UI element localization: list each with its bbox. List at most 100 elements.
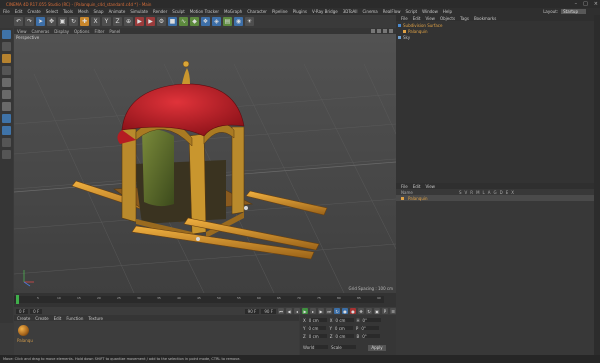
coord-scale-dropdown[interactable]: Scale [331, 345, 356, 350]
menu-help[interactable]: Help [443, 9, 452, 14]
viewport-menu-display[interactable]: Display [54, 29, 69, 34]
model-mode-icon[interactable] [2, 42, 11, 51]
loop-icon[interactable]: ↻ [334, 308, 340, 314]
viewport-menu-cameras[interactable]: Cameras [32, 29, 50, 34]
layers-menu-file[interactable]: File [401, 184, 408, 189]
nurbs-icon[interactable]: ◆ [190, 17, 199, 26]
go-to-end-icon[interactable]: ⏭ [326, 308, 332, 314]
redo-icon[interactable]: ↷ [25, 17, 34, 26]
layers-menu-edit[interactable]: Edit [413, 184, 421, 189]
layers-menu-view[interactable]: View [425, 184, 435, 189]
render-region-icon[interactable]: ▶ [146, 17, 155, 26]
right-tab-strip[interactable] [594, 15, 600, 355]
recent-tools-icon[interactable]: ✚ [80, 17, 89, 26]
move-icon[interactable]: ✥ [47, 17, 56, 26]
material-preview[interactable] [18, 325, 29, 336]
z-axis-icon[interactable]: Z [113, 17, 122, 26]
rot-p-field[interactable]: 0° [361, 326, 380, 331]
spline-icon[interactable]: ∿ [179, 17, 188, 26]
render-settings-icon[interactable]: ⚙ [157, 17, 166, 26]
texture-mode-icon[interactable] [2, 54, 11, 63]
minimize-button[interactable]: – [575, 1, 578, 7]
menu-window[interactable]: Window [422, 9, 438, 14]
menu-3dtoall[interactable]: 3DToAll [343, 9, 358, 14]
key-position-icon[interactable]: ✥ [358, 308, 364, 314]
pos-y-field[interactable]: 0 cm [308, 326, 327, 331]
end-frame-field[interactable]: 90 F [244, 308, 260, 314]
snap-icon[interactable] [2, 126, 11, 135]
points-mode-icon[interactable] [2, 78, 11, 87]
material-menu-create[interactable]: Create [17, 316, 30, 321]
array-icon[interactable]: ❖ [201, 17, 210, 26]
close-button[interactable]: × [594, 1, 598, 7]
coordinate-system-icon[interactable]: ⊕ [124, 17, 133, 26]
live-select-icon[interactable]: ➤ [36, 17, 45, 26]
menu-vray-bridge[interactable]: V-Ray Bridge [312, 9, 338, 14]
menu-animate[interactable]: Animate [109, 9, 126, 14]
camera-icon[interactable]: ◉ [234, 17, 243, 26]
rotate-icon[interactable]: ↻ [69, 17, 78, 26]
previous-frame-icon[interactable]: ◂ [294, 308, 300, 314]
menu-snap[interactable]: Snap [93, 9, 103, 14]
menu-sculpt[interactable]: Sculpt [172, 9, 185, 14]
menu-render[interactable]: Render [153, 9, 167, 14]
objects-menu-bookmarks[interactable]: Bookmarks [474, 16, 496, 21]
pos-z-field[interactable]: 0 cm [308, 334, 327, 339]
menu-tools[interactable]: Tools [63, 9, 73, 14]
maximize-button[interactable]: □ [583, 1, 588, 7]
viewport-menu-view[interactable]: View [17, 29, 27, 34]
key-scale-icon[interactable]: ▣ [374, 308, 380, 314]
deformer-icon[interactable]: ◈ [212, 17, 221, 26]
edges-mode-icon[interactable] [2, 90, 11, 99]
objects-menu-objects[interactable]: Objects [440, 16, 455, 21]
menu-create[interactable]: Create [27, 9, 40, 14]
undo-icon[interactable]: ↶ [14, 17, 23, 26]
menu-script[interactable]: Script [406, 9, 418, 14]
menu-plugins[interactable]: Plugins [293, 9, 307, 14]
y-axis-icon[interactable]: Y [102, 17, 111, 26]
menu-realflow[interactable]: RealFlow [383, 9, 401, 14]
viewport-menu-options[interactable]: Options [74, 29, 89, 34]
scale-icon[interactable]: ▣ [58, 17, 67, 26]
previous-key-icon[interactable]: ◀ [286, 308, 292, 314]
record-keys-icon[interactable]: ● [342, 308, 348, 314]
cube-icon[interactable]: ■ [168, 17, 177, 26]
objects-menu-file[interactable]: File [401, 16, 408, 21]
menu-select[interactable]: Select [46, 9, 58, 14]
object-row-sky[interactable]: Sky [398, 35, 410, 40]
key-parameter-icon[interactable]: P [382, 308, 388, 314]
timeline[interactable]: 0 5 10 15 20 25 30 35 40 45 50 55 60 65 … [14, 293, 396, 307]
current-frame-field[interactable]: 0 F [30, 308, 43, 314]
workplane-icon[interactable] [2, 66, 11, 75]
next-key-icon[interactable]: ▶ [318, 308, 324, 314]
objects-menu-view[interactable]: View [425, 16, 435, 21]
material-menu-texture[interactable]: Texture [88, 316, 103, 321]
viewport-menu-filter[interactable]: Filter [94, 29, 104, 34]
material-menu-function[interactable]: Function [66, 316, 83, 321]
start-frame-field[interactable]: 0 F [16, 308, 29, 314]
rot-h-field[interactable]: 0° [362, 318, 381, 323]
pos-x-field[interactable]: 0 cm [308, 318, 327, 323]
timeline-playhead[interactable] [16, 295, 19, 304]
axis-mode-icon[interactable] [2, 114, 11, 123]
viewport[interactable]: Perspective Grid Spacing : 100 cm [14, 34, 396, 293]
maximize-view-icon[interactable] [389, 29, 393, 33]
render-view-icon[interactable]: ▶ [135, 17, 144, 26]
size-z-field[interactable]: 0 cm [335, 334, 354, 339]
next-frame-icon[interactable]: ▸ [310, 308, 316, 314]
menu-cinema[interactable]: Cinema [363, 9, 378, 14]
objects-menu-tags[interactable]: Tags [460, 16, 469, 21]
menu-edit[interactable]: Edit [15, 9, 23, 14]
layer-row[interactable]: Palanquin [396, 195, 594, 201]
autokey-icon[interactable]: ● [350, 308, 356, 314]
object-row-palanquin[interactable]: Palanquin [403, 29, 428, 34]
menu-file[interactable]: File [3, 9, 10, 14]
light-icon[interactable]: ☀ [245, 17, 254, 26]
material-label[interactable]: Palanqu [17, 338, 33, 343]
scene-icon[interactable]: ▤ [223, 17, 232, 26]
key-rotation-icon[interactable]: ↻ [366, 308, 372, 314]
zoom-icon[interactable] [377, 29, 381, 33]
material-menu-edit[interactable]: Edit [54, 316, 62, 321]
menu-character[interactable]: Character [247, 9, 267, 14]
orbit-icon[interactable] [383, 29, 387, 33]
